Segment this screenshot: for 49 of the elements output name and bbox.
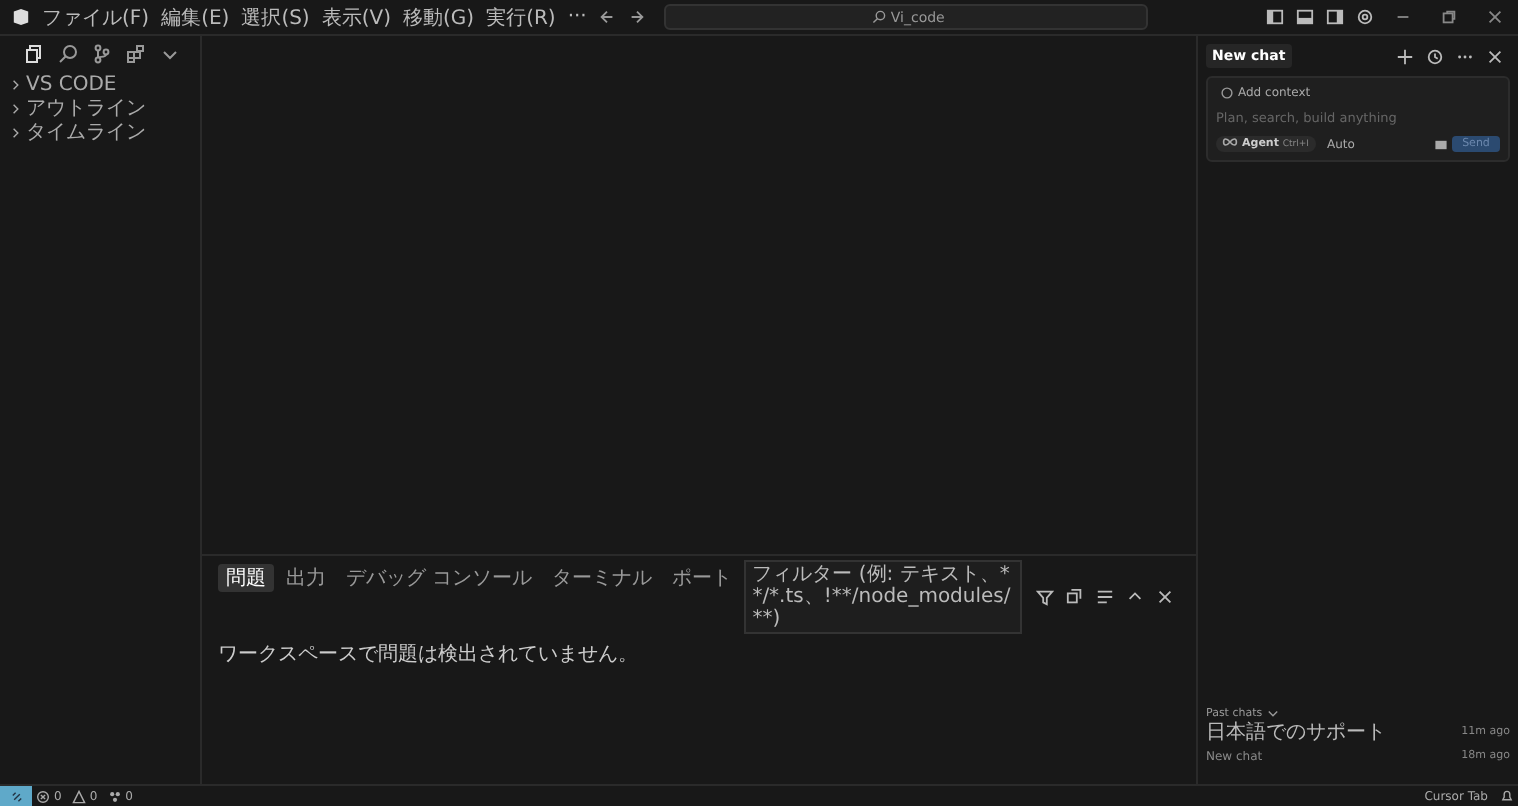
sidebar-section[interactable]: VS CODE — [0, 72, 200, 96]
sidebar-toggle-icon[interactable] — [1266, 8, 1284, 26]
menu-item[interactable]: 選択(S) — [235, 3, 316, 31]
filter-field[interactable]: フィルター (例: テキスト、**/*.ts、!**/node_modules/**) — [744, 560, 1022, 634]
history-icon[interactable] — [1426, 47, 1444, 65]
sidebar-section[interactable]: アウトライン — [0, 96, 200, 120]
remote-icon — [9, 789, 23, 803]
menu-item[interactable]: 表示(V) — [315, 3, 397, 31]
back-arrow-icon[interactable] — [598, 8, 617, 26]
menu-item[interactable]: 編集(E) — [155, 3, 236, 31]
secondary-sidebar-toggle-icon[interactable] — [1326, 8, 1344, 26]
source-control-icon[interactable] — [92, 44, 112, 64]
menu-item[interactable]: ファイル(F) — [36, 3, 156, 31]
error-icon[interactable] — [36, 789, 50, 803]
search-icon — [872, 10, 887, 24]
image-icon[interactable] — [1434, 137, 1448, 151]
panel-tab[interactable]: デバッグ コンソール — [338, 564, 541, 592]
circle-icon — [1220, 86, 1234, 100]
settings-icon[interactable] — [1356, 8, 1374, 26]
forward-arrow-icon[interactable] — [628, 8, 647, 26]
past-chat-title[interactable]: 日本語でのサポート — [1206, 718, 1386, 746]
filter-icon[interactable] — [1036, 588, 1054, 606]
panel-message: ワークスペースで問題は検出されていません。 — [218, 641, 640, 668]
plus-icon[interactable] — [1396, 47, 1414, 65]
notifications-icon[interactable] — [1500, 789, 1514, 803]
explorer-icon[interactable] — [24, 44, 44, 64]
panel-tab[interactable]: ポート — [664, 564, 741, 592]
search-icon[interactable] — [58, 44, 78, 64]
chevron-down-icon[interactable] — [1266, 706, 1281, 720]
panel-tab[interactable]: ターミナル — [544, 564, 661, 592]
close-icon[interactable] — [1486, 8, 1504, 26]
collapse-all-icon[interactable] — [1066, 588, 1084, 606]
list-icon[interactable] — [1096, 588, 1114, 606]
panel-tab[interactable]: 出力 — [278, 564, 334, 592]
restore-icon[interactable] — [1440, 8, 1458, 26]
app-logo-icon — [12, 8, 30, 26]
warning-icon[interactable] — [71, 789, 86, 803]
infinity-icon — [1222, 138, 1238, 146]
menu-item[interactable]: 移動(G) — [397, 3, 481, 31]
menu-item[interactable]: 実行(R) — [480, 3, 562, 31]
extensions-icon[interactable] — [126, 44, 146, 64]
close-panel-icon[interactable] — [1156, 588, 1174, 606]
ports-icon[interactable] — [107, 789, 122, 803]
panel-tab[interactable]: 問題 — [218, 564, 274, 592]
panel-toggle-icon[interactable] — [1296, 8, 1314, 26]
menu-item[interactable]: ··· — [561, 6, 593, 28]
sidebar-section[interactable]: タイムライン — [0, 120, 200, 144]
close-icon[interactable] — [1486, 47, 1504, 65]
remote-button[interactable] — [0, 786, 32, 806]
